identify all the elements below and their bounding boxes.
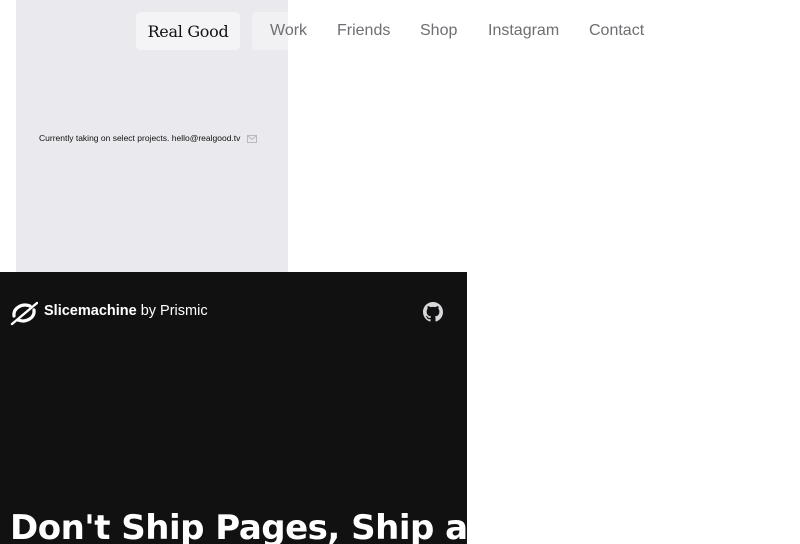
nav-instagram[interactable]: Instagram <box>488 22 559 40</box>
github-icon[interactable] <box>423 302 443 322</box>
contact-message[interactable]: Currently taking on select projects. hel… <box>39 133 240 143</box>
nav-friends[interactable]: Friends <box>337 22 390 40</box>
brand-name: Slicemachine <box>44 303 137 319</box>
nav-work[interactable]: Work <box>270 22 307 40</box>
realgood-logo-text: Real Good <box>147 21 229 41</box>
slicemachine-panel: Slicemachine by Prismic Don't Ship Pages… <box>0 272 467 544</box>
brand-suffix: by Prismic <box>136 303 208 319</box>
nav-contact[interactable]: Contact <box>589 22 644 40</box>
hero-heading: Don't Ship Pages, Ship a <box>10 508 467 544</box>
realgood-logo[interactable]: Real Good <box>136 12 240 50</box>
mail-icon[interactable] <box>247 135 257 143</box>
nav-shop[interactable]: Shop <box>420 22 457 40</box>
slicemachine-logo-icon[interactable] <box>10 299 38 327</box>
slicemachine-brand[interactable]: Slicemachine by Prismic <box>44 303 208 319</box>
